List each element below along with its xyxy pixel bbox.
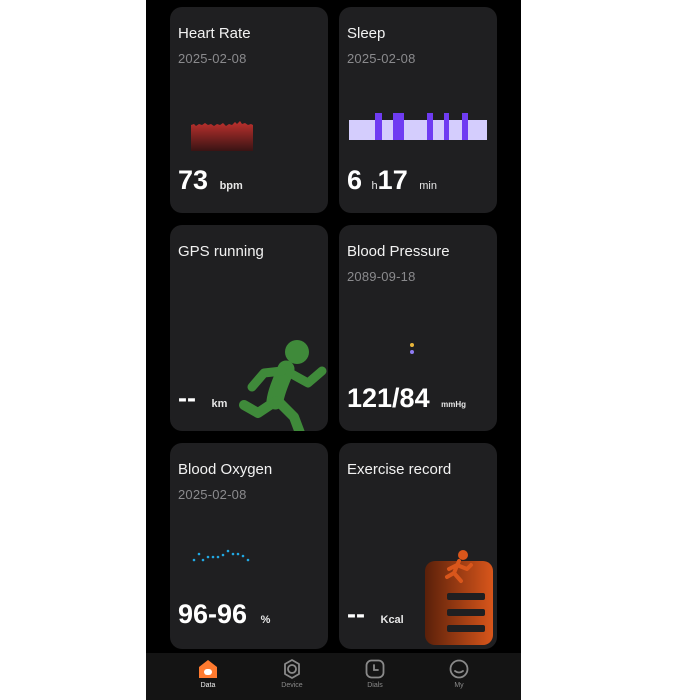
exercise-record-card[interactable]: Exercise record -- Kcal <box>339 443 497 649</box>
card-date: 2025-02-08 <box>347 51 416 66</box>
nav-label: Dials <box>367 682 383 689</box>
blood-oxygen-card[interactable]: Blood Oxygen 2025-02-08 96-96 % <box>170 443 328 649</box>
gps-distance-unit: km <box>211 398 228 410</box>
card-date: 2025-02-08 <box>178 487 247 502</box>
blood-pressure-card[interactable]: Blood Pressure 2089-09-18 121/84 mmHg <box>339 225 497 431</box>
app-screen: Heart Rate 2025-02-08 73 bpm Sleep 2025-… <box>146 0 521 700</box>
card-title: Heart Rate <box>178 25 251 42</box>
exercise-record-icon <box>425 550 493 645</box>
watch-icon <box>284 659 300 679</box>
card-date: 2089-09-18 <box>347 269 416 284</box>
nav-item-device[interactable]: Device <box>262 659 322 689</box>
card-title: Blood Pressure <box>347 243 450 260</box>
blood-oxygen-value: 96-96 <box>178 599 248 629</box>
clock-icon <box>365 659 385 679</box>
sleep-minutes-unit: min <box>419 180 437 192</box>
home-icon <box>199 660 217 678</box>
nav-item-my[interactable]: My <box>429 659 489 689</box>
blood-oxygen-value-row: 96-96 % <box>178 599 270 630</box>
gps-value-row: -- km <box>178 383 227 414</box>
nav-item-dials[interactable]: Dials <box>345 659 405 689</box>
card-date: 2025-02-08 <box>178 51 247 66</box>
heart-rate-card[interactable]: Heart Rate 2025-02-08 73 bpm <box>170 7 328 213</box>
heart-rate-value-row: 73 bpm <box>178 165 243 196</box>
gps-running-card[interactable]: GPS running -- km <box>170 225 328 431</box>
gps-distance-value: -- <box>178 383 196 413</box>
blood-oxygen-chart <box>192 549 250 562</box>
heart-rate-unit: bpm <box>219 180 243 192</box>
nav-label: Data <box>200 682 216 689</box>
card-title: GPS running <box>178 243 264 260</box>
sleep-chart <box>349 113 487 140</box>
nav-label: My <box>454 682 464 689</box>
profile-icon <box>449 659 469 679</box>
sleep-minutes: 17 <box>377 165 408 195</box>
heart-rate-chart <box>191 121 253 151</box>
blood-pressure-value-row: 121/84 mmHg <box>347 383 466 414</box>
exercise-unit: Kcal <box>380 614 404 626</box>
running-person-icon <box>239 340 327 431</box>
nav-item-data[interactable]: Data <box>178 659 238 689</box>
nav-label: Device <box>281 682 303 689</box>
exercise-value-row: -- Kcal <box>347 599 404 630</box>
sleep-card[interactable]: Sleep 2025-02-08 6 h17 min <box>339 7 497 213</box>
card-title: Blood Oxygen <box>178 461 273 478</box>
blood-oxygen-unit: % <box>260 614 271 626</box>
blood-pressure-unit: mmHg <box>441 400 466 409</box>
card-title: Sleep <box>347 25 386 42</box>
sleep-value-row: 6 h17 min <box>347 165 437 196</box>
bottom-nav: Data Device Dials My <box>146 653 521 700</box>
blood-pressure-value: 121/84 <box>347 383 430 413</box>
sleep-hours: 6 <box>347 165 363 195</box>
blood-pressure-chart <box>410 343 414 354</box>
exercise-value: -- <box>347 599 365 629</box>
heart-rate-value: 73 <box>178 165 209 195</box>
card-title: Exercise record <box>347 461 452 478</box>
